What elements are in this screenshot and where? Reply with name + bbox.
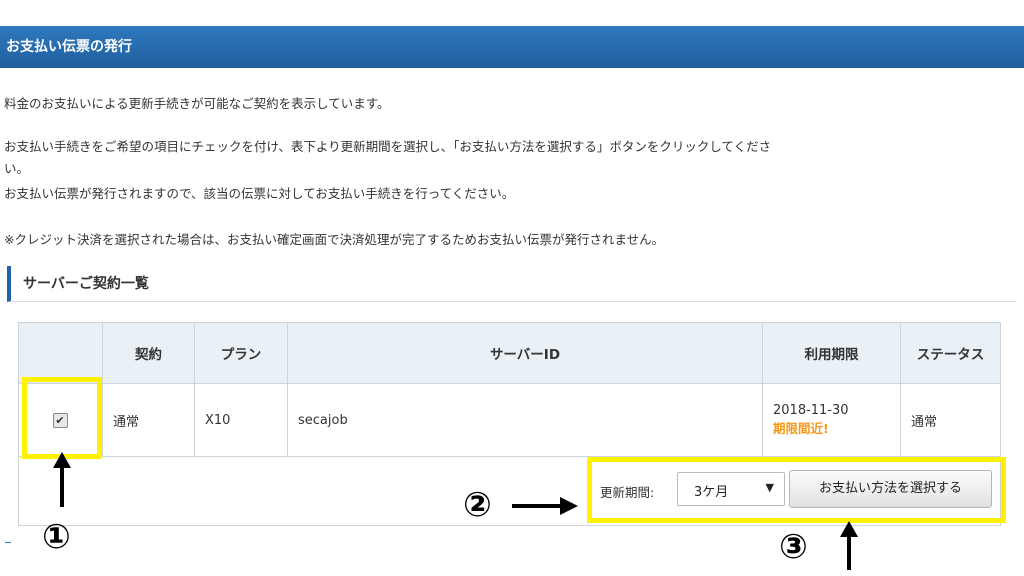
section-title: サーバーご契約一覧 — [23, 276, 149, 292]
page: お支払い伝票の発行 料金のお支払いによる更新手続きが可能なご契約を表示しています… — [0, 0, 1024, 576]
intro-text-1: 料金のお支払いによる更新手続きが可能なご契約を表示しています。 — [4, 96, 390, 111]
plan-cell: X10 — [194, 383, 288, 457]
table-row: ✔ 通常 X10 secajob 2018-11-30 期限間近! 通常 — [18, 383, 1001, 457]
intro-text-2b: い。 — [4, 161, 30, 176]
col-header-expiry: 利用期限 — [762, 322, 901, 384]
col-header-contract: 契約 — [102, 322, 195, 384]
page-title: お支払い伝票の発行 — [0, 26, 1024, 68]
step-2-marker: ② — [463, 485, 492, 525]
renewal-period-label: 更新期間: — [600, 485, 655, 500]
section-heading: サーバーご契約一覧 — [7, 266, 1017, 302]
expiry-warning: 期限間近! — [773, 421, 829, 436]
expiry-date: 2018-11-30 — [773, 403, 849, 418]
contract-cell: 通常 — [102, 383, 195, 457]
col-header-status: ステータス — [900, 322, 1001, 384]
contracts-table: 契約 プラン サーバーID 利用期限 ステータス ✔ 通常 X10 secajo… — [18, 322, 1001, 457]
server-id-cell: secajob — [287, 383, 763, 457]
renewal-period-value: 3ケ月 — [694, 485, 729, 500]
credit-note: ※クレジット決済を選択された場合は、お支払い確定画面で決済処理が完了するためお支… — [4, 232, 665, 247]
intro-text-3: お支払い伝票が発行されますので、該当の伝票に対してお支払い手続きを行ってください… — [4, 186, 515, 201]
step-1-marker: ① — [42, 517, 71, 557]
renewal-period-select[interactable]: 3ケ月 ▼ — [677, 472, 785, 506]
col-header-plan: プラン — [194, 322, 288, 384]
arrow-up-icon-step3 — [840, 521, 858, 570]
expiry-cell: 2018-11-30 期限間近! — [762, 383, 901, 457]
step-3-marker: ③ — [779, 527, 808, 567]
intro-text-2: お支払い手続きをご希望の項目にチェックを付け、表下より更新期間を選択し、「お支払… — [4, 139, 772, 154]
col-header-server-id: サーバーID — [287, 322, 763, 384]
table-header-row: 契約 プラン サーバーID 利用期限 ステータス — [18, 322, 1001, 384]
status-cell: 通常 — [900, 383, 1001, 457]
chevron-down-icon: ▼ — [765, 481, 774, 494]
select-payment-method-button[interactable]: お支払い方法を選択する — [789, 470, 992, 508]
col-header-checkbox — [18, 322, 103, 384]
highlight-checkbox — [22, 377, 102, 459]
divider — [5, 542, 11, 543]
